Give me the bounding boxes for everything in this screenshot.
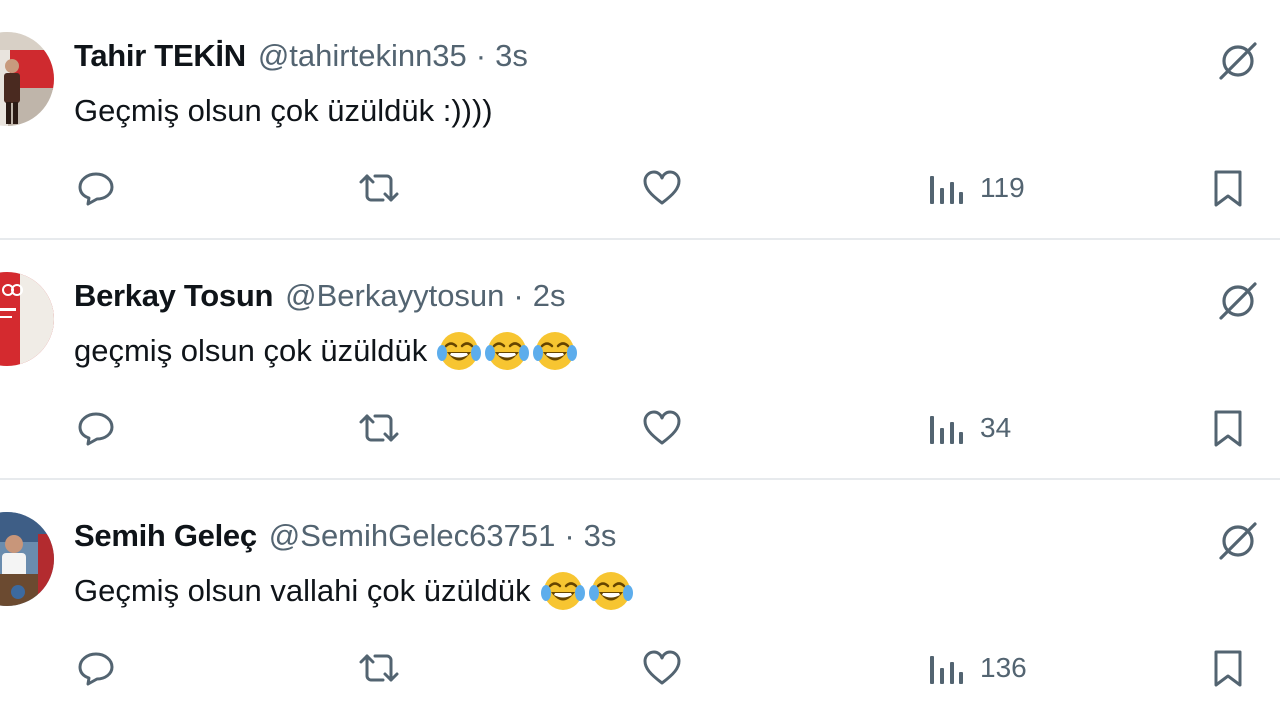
views-button[interactable]: 136 — [926, 645, 1027, 691]
reply-button[interactable] — [74, 645, 118, 691]
tweet[interactable]: Berkay Tosun @Berkayytosun · 2s geçmiş o… — [0, 240, 1280, 480]
tweet-text: Geçmiş olsun vallahi çok üzüldük — [74, 569, 633, 613]
views-icon — [930, 176, 963, 204]
tears-of-joy-emoji-icon — [588, 572, 633, 610]
bookmark-icon — [1214, 410, 1242, 447]
views-button[interactable]: 34 — [926, 405, 1011, 451]
tweet-header: Tahir TEKİN @tahirtekinn35 · 3s — [74, 36, 528, 76]
tweet[interactable]: Tahir TEKİN @tahirtekinn35 · 3s Geçmiş o… — [0, 0, 1280, 240]
avatar[interactable] — [0, 272, 54, 366]
avatar[interactable] — [0, 32, 54, 126]
reply-button[interactable] — [74, 405, 118, 451]
tweet-header: Berkay Tosun @Berkayytosun · 2s — [74, 276, 566, 316]
views-button[interactable]: 119 — [926, 165, 1025, 211]
tweet-text-content: geçmiş olsun çok üzüldük — [74, 333, 428, 368]
bookmark-button[interactable] — [1208, 165, 1248, 211]
tweet-text: Geçmiş olsun çok üzüldük :)))) — [74, 89, 493, 133]
retweet-icon — [359, 174, 399, 202]
like-icon — [643, 410, 681, 445]
reply-button[interactable] — [74, 165, 118, 211]
tears-of-joy-emoji-icon — [533, 332, 578, 370]
like-icon — [643, 170, 681, 205]
display-name[interactable]: Semih Geleç — [74, 516, 257, 556]
like-button[interactable] — [640, 165, 684, 211]
bookmark-button[interactable] — [1208, 645, 1248, 691]
grok-icon[interactable] — [1213, 276, 1263, 326]
emoji-group — [437, 329, 578, 373]
separator-dot: · — [513, 278, 524, 313]
user-handle[interactable]: @Berkayytosun — [285, 276, 504, 316]
views-count: 136 — [980, 652, 1027, 683]
bookmark-icon — [1214, 650, 1242, 687]
retweet-icon — [359, 654, 399, 682]
views-icon — [930, 656, 963, 684]
retweet-button[interactable] — [355, 405, 403, 451]
timestamp[interactable]: 3s — [495, 36, 528, 76]
views-icon — [930, 416, 963, 444]
tears-of-joy-emoji-icon — [485, 332, 530, 370]
avatar[interactable] — [0, 512, 54, 606]
grok-icon[interactable] — [1213, 516, 1263, 566]
reply-icon — [78, 652, 114, 686]
reply-icon — [78, 412, 114, 446]
retweet-button[interactable] — [355, 165, 403, 211]
display-name[interactable]: Tahir TEKİN — [74, 36, 246, 76]
bookmark-icon — [1214, 170, 1242, 207]
timestamp[interactable]: 2s — [533, 276, 566, 316]
reply-icon — [78, 172, 114, 206]
timestamp[interactable]: 3s — [584, 516, 617, 556]
user-handle[interactable]: @SemihGelec63751 — [269, 516, 556, 556]
tears-of-joy-emoji-icon — [437, 332, 482, 370]
views-count: 34 — [980, 412, 1012, 443]
tweet-text-content: Geçmiş olsun vallahi çok üzüldük — [74, 573, 531, 608]
display-name[interactable]: Berkay Tosun — [74, 276, 273, 316]
user-handle[interactable]: @tahirtekinn35 — [258, 36, 467, 76]
retweet-icon — [359, 414, 399, 442]
tears-of-joy-emoji-icon — [540, 572, 585, 610]
emoji-group — [540, 569, 633, 613]
separator-dot: · — [564, 518, 575, 553]
like-button[interactable] — [640, 405, 684, 451]
like-button[interactable] — [640, 645, 684, 691]
tweet-text: geçmiş olsun çok üzüldük — [74, 329, 578, 373]
retweet-button[interactable] — [355, 645, 403, 691]
bookmark-button[interactable] — [1208, 405, 1248, 451]
tweet-header: Semih Geleç @SemihGelec63751 · 3s — [74, 516, 616, 556]
tweet[interactable]: Semih Geleç @SemihGelec63751 · 3s Geçmiş… — [0, 480, 1280, 720]
grok-icon[interactable] — [1213, 36, 1263, 86]
tweet-text-content: Geçmiş olsun çok üzüldük :)))) — [74, 93, 493, 128]
timeline-feed: Tahir TEKİN @tahirtekinn35 · 3s Geçmiş o… — [0, 0, 1280, 720]
separator-dot: · — [475, 38, 487, 73]
views-count: 119 — [980, 172, 1025, 203]
like-icon — [643, 650, 681, 685]
